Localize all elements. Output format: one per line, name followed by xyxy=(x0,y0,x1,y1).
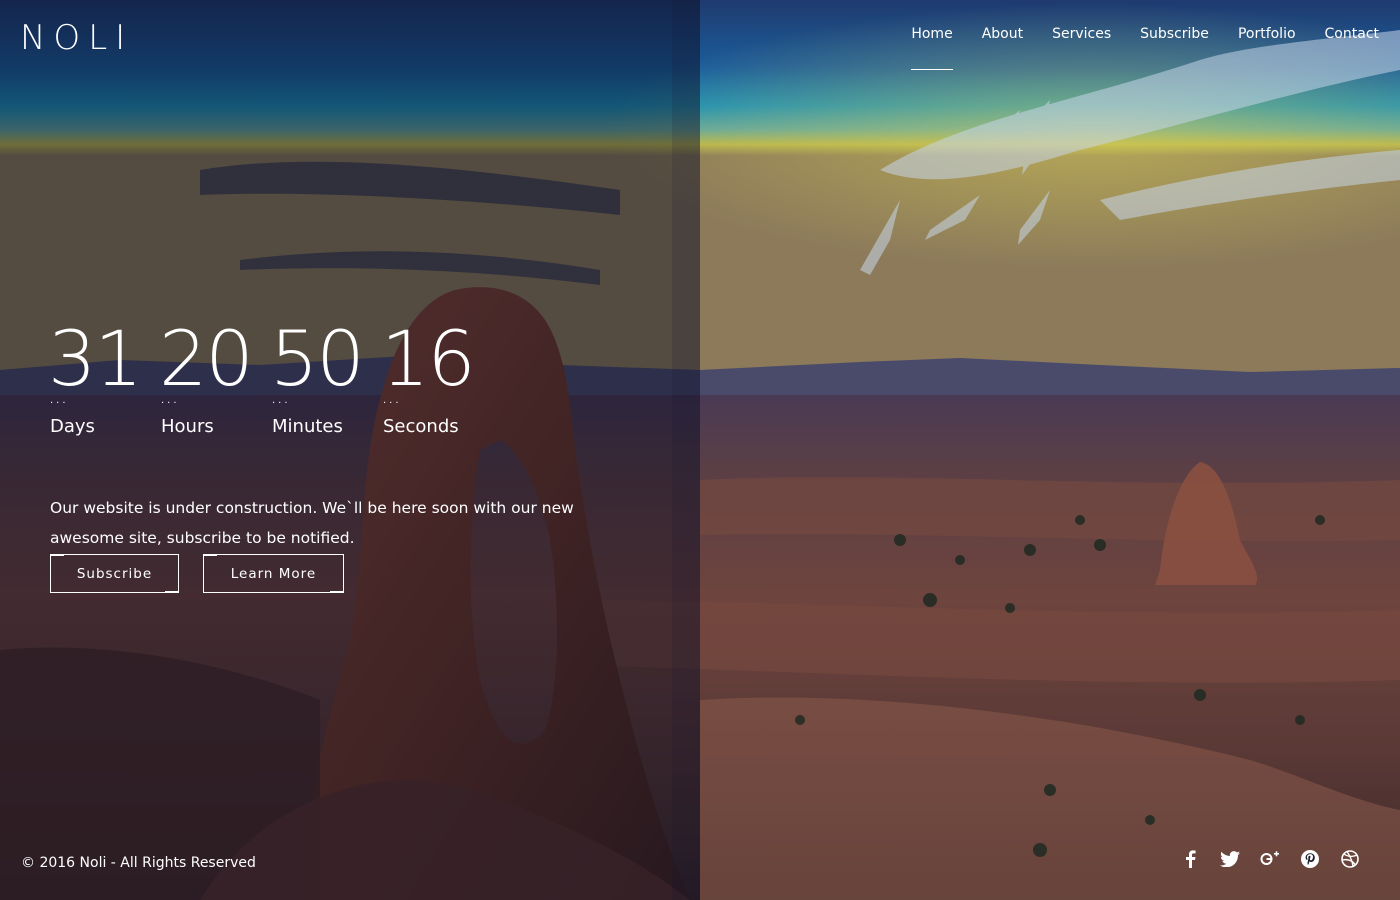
nav-item-subscribe[interactable]: Subscribe xyxy=(1140,24,1209,70)
hero-description: Our website is under construction. We`ll… xyxy=(50,498,574,547)
button-corner-accent xyxy=(50,554,64,558)
learn-more-button[interactable]: Learn More xyxy=(203,554,344,593)
countdown-days: 31 ··· Days xyxy=(48,314,159,438)
countdown-hours-label: Hours xyxy=(161,416,214,437)
social-links xyxy=(1170,848,1370,870)
nav-item-about[interactable]: About xyxy=(982,24,1023,70)
nav-item-home[interactable]: Home xyxy=(911,24,954,70)
main-nav: Home About Services Subscribe Portfolio … xyxy=(882,24,1379,70)
countdown-minutes: 50 ··· Minutes xyxy=(270,314,381,438)
countdown-hours-value: 20 xyxy=(159,314,254,403)
countdown-days-label: Days xyxy=(50,416,95,437)
countdown-minutes-value: 50 xyxy=(270,314,365,403)
countdown-seconds-value: 16 xyxy=(381,314,476,403)
learn-more-button-label: Learn More xyxy=(230,565,317,582)
overlay-edge-strip xyxy=(672,0,700,900)
countdown-seconds: 16 ··· Seconds xyxy=(381,314,492,438)
button-corner-accent xyxy=(165,589,179,593)
countdown-hours: 20 ··· Hours xyxy=(159,314,270,438)
button-corner-accent xyxy=(203,554,217,558)
nav-item-portfolio[interactable]: Portfolio xyxy=(1238,24,1296,70)
site-logo[interactable]: NOLI xyxy=(20,20,133,56)
button-corner-accent xyxy=(330,589,344,593)
pinterest-icon[interactable] xyxy=(1290,848,1330,870)
nav-item-contact[interactable]: Contact xyxy=(1325,24,1379,70)
facebook-icon[interactable] xyxy=(1170,848,1210,870)
copyright-text: © 2016 Noli - All Rights Reserved xyxy=(21,855,256,871)
subscribe-button-label: Subscribe xyxy=(76,565,153,582)
nav-item-services[interactable]: Services xyxy=(1052,24,1111,70)
countdown-timer: 31 ··· Days 20 ··· Hours 50 ··· Minutes … xyxy=(48,314,492,438)
google-plus-icon[interactable] xyxy=(1250,848,1290,870)
twitter-icon[interactable] xyxy=(1210,848,1250,870)
countdown-seconds-label: Seconds xyxy=(383,416,459,437)
landing-page: NOLI Home About Services Subscribe Portf… xyxy=(0,0,1400,900)
dribbble-icon[interactable] xyxy=(1330,848,1370,870)
subscribe-button[interactable]: Subscribe xyxy=(50,554,179,593)
left-dark-overlay xyxy=(0,0,700,900)
countdown-minutes-label: Minutes xyxy=(272,416,343,437)
countdown-days-value: 31 xyxy=(48,314,143,403)
